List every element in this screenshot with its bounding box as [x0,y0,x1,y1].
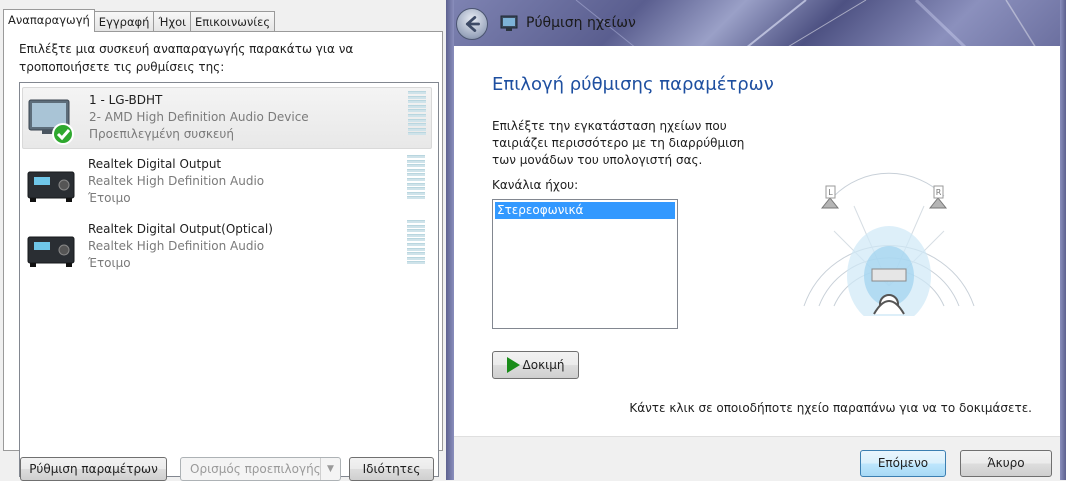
right-speaker-label: R [936,188,942,197]
audio-channels-label: Κανάλια ήχου: [492,178,579,192]
right-speaker-icon: R [928,185,948,209]
tab-bar: Αναπαραγωγή Εγγραφή Ήχοι Επικοινωνίες [3,9,276,32]
wizard-content: Επιλογή ρύθμισης παραμέτρων Επιλέξτε την… [454,46,1060,436]
device-text: Realtek Digital Output Realtek High Defi… [88,156,264,207]
tab-playback[interactable]: Αναπαραγωγή [3,9,95,32]
sound-dialog: Αναπαραγωγή Εγγραφή Ήχοι Επικοινωνίες Επ… [0,0,446,481]
next-button[interactable]: Επόμενο [860,450,946,477]
tab-sounds[interactable]: Ήχοι [153,11,192,32]
window-frame-right [1060,0,1066,480]
test-button[interactable]: Δοκιμή [492,351,579,379]
level-meter [407,155,425,207]
back-arrow-icon [465,16,480,32]
window-title: Ρύθμιση ηχείων [526,15,636,31]
device-driver: Realtek High Definition Audio [88,174,265,188]
desk-icon [871,268,907,282]
device-item-realtek-optical[interactable]: Realtek Digital Output(Optical) Realtek … [22,217,432,279]
wizard-description: Επιλέξτε την εγκατάσταση ηχείων που ταιρ… [492,119,745,167]
device-status: Έτοιμο [88,256,131,270]
window-frame-left [446,0,454,480]
play-icon [506,357,520,373]
digital-output-icon [27,236,75,267]
properties-button[interactable]: Ιδιότητες [349,457,434,481]
wizard-heading: Επιλογή ρύθμισης παραμέτρων [492,74,774,95]
playback-tab-panel: Επιλέξτε μια συσκευή αναπαραγωγής παρακά… [3,31,443,477]
tab-communications[interactable]: Επικοινωνίες [190,11,276,32]
test-hint-text: Κάντε κλικ σε οποιοδήποτε ηχείο παραπάνω… [629,401,1032,415]
level-meter [408,91,426,143]
device-text: Realtek Digital Output(Optical) Realtek … [88,221,273,272]
device-driver: 2- AMD High Definition Audio Device [89,110,309,124]
set-default-label: Ορισμός προεπιλογής [190,462,321,476]
device-list[interactable]: 1 - LG-BDHT 2- AMD High Definition Audio… [19,82,439,477]
device-item-lg-bdht[interactable]: 1 - LG-BDHT 2- AMD High Definition Audio… [22,87,432,149]
device-driver: Realtek High Definition Audio [88,239,265,253]
instruction-text: Επιλέξτε μια συσκευή αναπαραγωγής παρακά… [19,42,354,74]
device-status: Προεπιλεγμένη συσκευή [89,127,234,141]
audio-channels-list[interactable]: Στερεοφωνικά [492,199,678,329]
device-name: Realtek Digital Output [88,157,222,171]
digital-output-icon [27,171,75,202]
tab-recording[interactable]: Εγγραφή [93,11,155,32]
speaker-settings-icon [500,15,518,31]
device-name: 1 - LG-BDHT [89,93,163,107]
device-item-realtek-digital[interactable]: Realtek Digital Output Realtek High Defi… [22,152,432,214]
device-text: 1 - LG-BDHT 2- AMD High Definition Audio… [89,92,309,143]
configure-button[interactable]: Ρύθμιση παραμέτρων [20,457,167,481]
speaker-setup-window: Ρύθμιση ηχείων Επιλογή ρύθμισης παραμέτρ… [446,0,1066,480]
device-status: Έτοιμο [88,191,131,205]
device-name: Realtek Digital Output(Optical) [88,222,273,236]
monitor-icon [28,99,74,145]
level-meter [407,220,425,272]
test-button-label: Δοκιμή [522,358,565,372]
set-default-button: Ορισμός προεπιλογής ▼ [180,457,341,481]
left-speaker-icon: L [820,185,840,209]
cancel-button[interactable]: Άκυρο [960,450,1052,477]
back-button[interactable] [456,8,488,40]
channel-option-stereo[interactable]: Στερεοφωνικά [495,202,675,219]
wizard-footer: Επόμενο Άκυρο [454,436,1060,480]
dropdown-arrow-icon: ▼ [320,458,340,480]
left-speaker-label: L [828,188,833,197]
speaker-layout-diagram: L R [803,172,975,316]
